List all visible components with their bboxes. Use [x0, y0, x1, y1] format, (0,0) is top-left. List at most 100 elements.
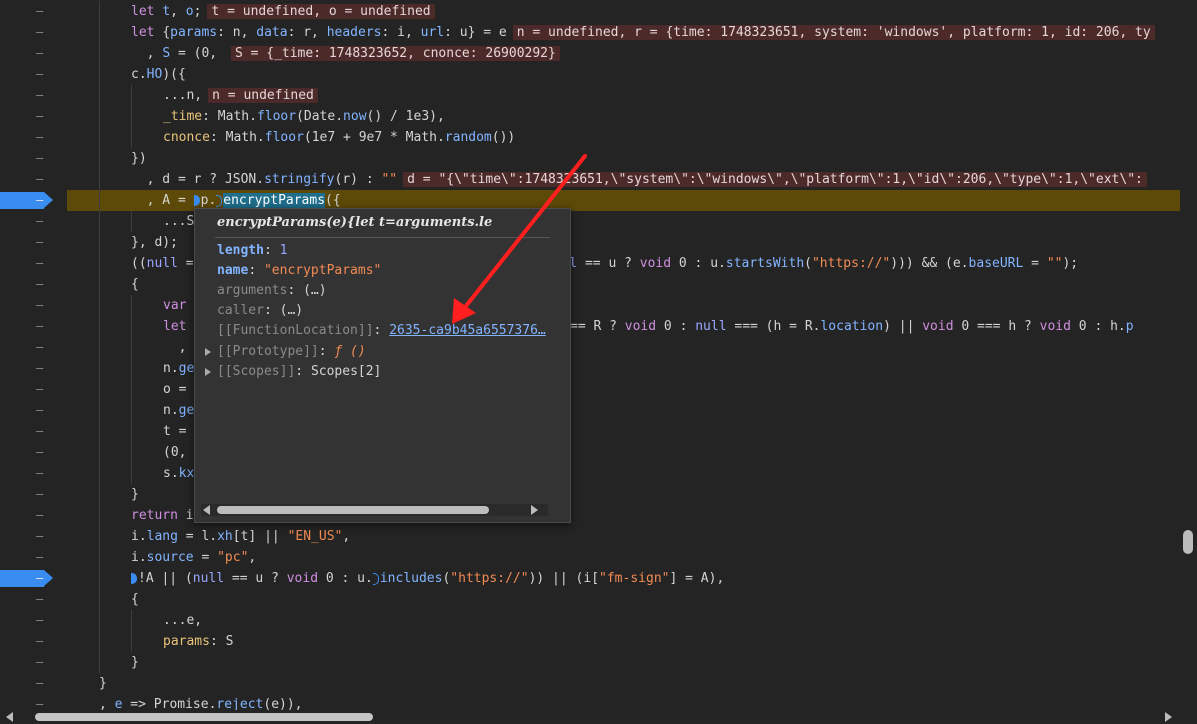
gutter-line[interactable]: – — [0, 148, 62, 169]
gutter-line[interactable]: – — [0, 106, 62, 127]
code-token: , — [131, 46, 163, 61]
code-line[interactable]: ...n, n = undefined — [67, 85, 1180, 106]
property-key: [[FunctionLocation]] — [217, 323, 374, 338]
code-line[interactable]: let t, o; t = undefined, o = undefined — [67, 1, 1180, 22]
code-line[interactable]: !A || (null == u ? void 0 : u. includes("… — [67, 568, 1180, 589]
gutter-line[interactable]: – — [0, 463, 62, 484]
gutter-line[interactable]: – — [0, 568, 62, 589]
gutter-line[interactable]: – — [0, 484, 62, 505]
property-value[interactable]: (…) — [303, 283, 326, 298]
code-text: } — [131, 484, 139, 505]
code-token: )) || (i[ — [528, 571, 600, 586]
gutter-dash: – — [36, 46, 44, 60]
gutter-line[interactable]: – — [0, 211, 62, 232]
code-token: startsWith — [725, 256, 805, 271]
code-line[interactable]: i.lang = l.xh[t] || "EN_US", — [67, 526, 1180, 547]
gutter-line[interactable]: – — [0, 85, 62, 106]
code-text: , — [163, 337, 187, 358]
scroll-left-icon[interactable] — [6, 712, 13, 722]
gutter-line[interactable]: – — [0, 295, 62, 316]
expand-triangle-icon[interactable] — [205, 348, 211, 356]
property-value[interactable]: (…) — [280, 303, 303, 318]
code-token: 0 === h ? — [961, 319, 1040, 334]
code-text: { — [131, 589, 139, 610]
gutter-line[interactable]: – — [0, 358, 62, 379]
breakpoint-marker[interactable]: – — [0, 570, 53, 587]
code-text: ...e, — [163, 610, 202, 631]
code-line[interactable]: }) — [67, 148, 1180, 169]
code-token: }) — [131, 151, 147, 166]
gutter-line[interactable]: – — [0, 316, 62, 337]
expand-triangle-icon[interactable] — [205, 368, 211, 376]
code-line[interactable]: } — [67, 673, 1180, 694]
code-line[interactable]: _time: Math.floor(Date.now() / 1e3), — [67, 106, 1180, 127]
vertical-scrollbar[interactable] — [1180, 0, 1197, 710]
gutter-dash: – — [36, 298, 44, 312]
code-line[interactable]: { — [67, 589, 1180, 610]
tooltip-scrollbar-thumb[interactable] — [217, 506, 489, 514]
gutter-line[interactable]: – — [0, 547, 62, 568]
line-gutter[interactable]: – – – – – – – – – – – – – – – – – – – – – – – – – – – – – – – – – – — [0, 0, 62, 724]
step-marker-icon[interactable] — [193, 195, 200, 206]
gutter-line[interactable]: – — [0, 589, 62, 610]
gutter-line[interactable]: – — [0, 610, 62, 631]
gutter-line[interactable]: – — [0, 127, 62, 148]
gutter-line[interactable]: – — [0, 337, 62, 358]
gutter-line[interactable]: – — [0, 379, 62, 400]
scroll-left-icon[interactable] — [203, 505, 210, 515]
vertical-scrollbar-thumb[interactable] — [1183, 530, 1193, 554]
gutter-line[interactable]: – — [0, 526, 62, 547]
gutter-line[interactable]: – — [0, 232, 62, 253]
code-token: ; — [193, 4, 202, 19]
step-marker-outline-icon[interactable] — [372, 572, 379, 585]
gutter-line[interactable]: – — [0, 1, 62, 22]
code-line[interactable]: , S = (0, S = {_time: 1748323652, cnonce… — [67, 43, 1180, 64]
gutter-line[interactable]: – — [0, 22, 62, 43]
gutter-line[interactable]: – — [0, 43, 62, 64]
scroll-right-icon[interactable] — [1165, 712, 1172, 722]
code-line[interactable]: , e => Promise.reject(e)), — [67, 694, 1180, 710]
gutter-line[interactable]: – — [0, 169, 62, 190]
gutter-line[interactable]: – — [0, 253, 62, 274]
code-line[interactable]: cnonce: Math.floor(1e7 + 9e7 * Math.rand… — [67, 127, 1180, 148]
gutter-line[interactable]: – — [0, 631, 62, 652]
function-location-link[interactable]: 2635-ca9b45a6557376… — [389, 323, 546, 338]
hovered-token[interactable]: encryptParams — [223, 193, 326, 208]
horizontal-scrollbar[interactable] — [0, 710, 1197, 724]
code-line[interactable]: } — [67, 652, 1180, 673]
code-token: !A || ( — [138, 571, 193, 586]
gutter-line[interactable]: – — [0, 64, 62, 85]
code-line[interactable]: ...e, — [67, 610, 1180, 631]
step-marker-icon[interactable] — [131, 573, 137, 584]
code-line[interactable]: let {params: n, data: r, headers: i, url… — [67, 22, 1180, 43]
horizontal-scrollbar-thumb[interactable] — [35, 713, 373, 721]
indent-guide — [131, 85, 132, 106]
tooltip-scrollbar[interactable] — [201, 504, 548, 516]
property-key: arguments — [217, 283, 288, 298]
code-token: stringify — [264, 172, 335, 187]
code-line[interactable]: c.HO)({ — [67, 64, 1180, 85]
code-token: : r, — [287, 25, 327, 40]
property-prototype[interactable]: [[Prototype]]: ƒ () — [217, 342, 366, 362]
gutter-line[interactable]: – — [0, 421, 62, 442]
scroll-right-icon[interactable] — [531, 505, 538, 515]
gutter-line[interactable]: – — [0, 400, 62, 421]
gutter-line[interactable]: – — [0, 442, 62, 463]
code-line[interactable]: , d = r ? JSON.stringify(r) : "" d = "{\"… — [67, 169, 1180, 190]
code-line[interactable]: i.source = "pc", — [67, 547, 1180, 568]
property-caller[interactable]: caller: (…) — [217, 301, 303, 321]
code-line[interactable]: params: S — [67, 631, 1180, 652]
gutter-line[interactable]: – — [0, 505, 62, 526]
code-token: { — [162, 25, 171, 40]
gutter-line[interactable]: – — [0, 190, 62, 211]
property-arguments[interactable]: arguments: (…) — [217, 281, 327, 301]
step-marker-outline-icon[interactable] — [216, 194, 223, 207]
property-scopes[interactable]: [[Scopes]]: Scopes[2] — [217, 362, 381, 382]
gutter-line[interactable]: – — [0, 652, 62, 673]
gutter-line[interactable]: – — [0, 274, 62, 295]
gutter-line[interactable]: – — [0, 673, 62, 694]
breakpoint-marker[interactable]: – — [0, 192, 53, 209]
indent-guide — [99, 505, 100, 526]
indent-guide — [99, 610, 100, 631]
code-text: i.lang = l.xh[t] || "EN_US", — [131, 526, 350, 547]
